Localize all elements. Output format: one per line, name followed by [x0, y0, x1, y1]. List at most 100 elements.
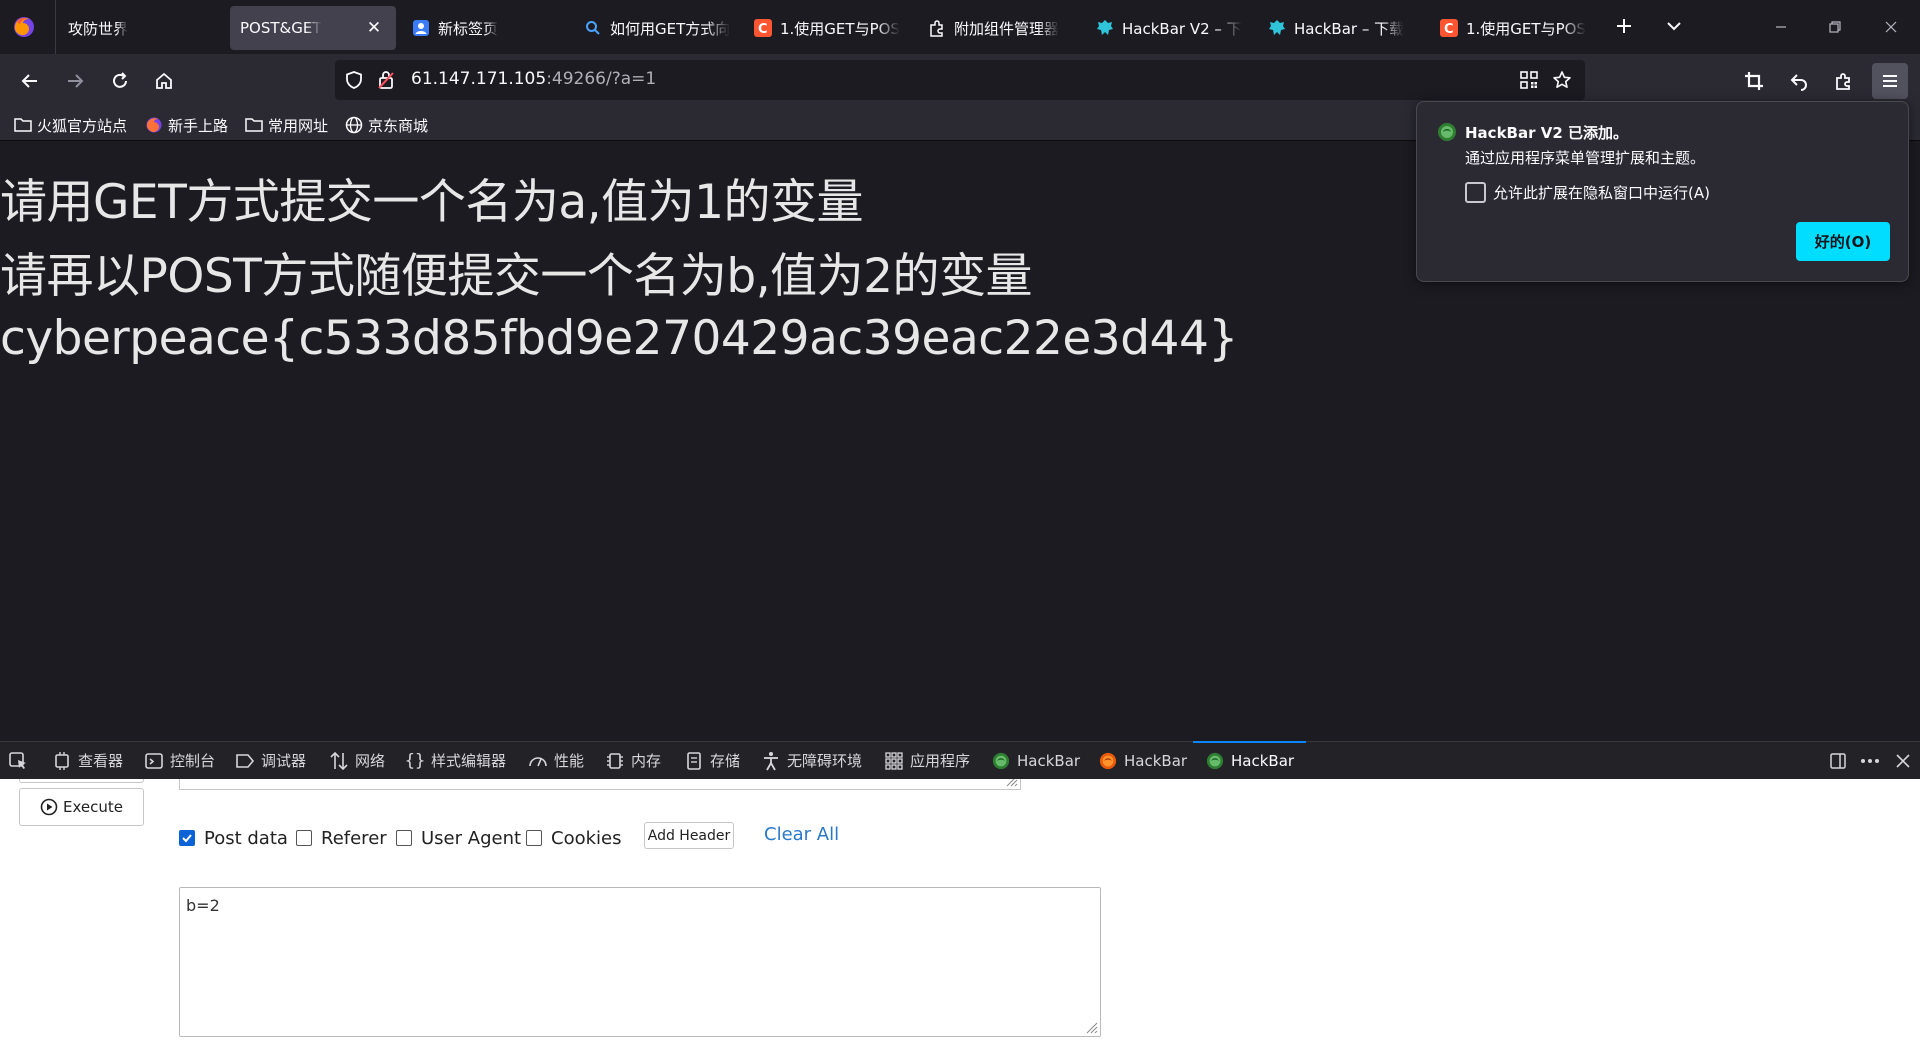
execute-label: Execute [63, 798, 123, 816]
bookmark-star-icon[interactable] [1551, 69, 1573, 91]
folder-icon [14, 116, 32, 134]
screenshot-button[interactable] [1738, 65, 1770, 97]
home-button[interactable] [148, 65, 180, 97]
post-data-checkbox[interactable]: Post data [179, 826, 288, 850]
new-tab-button[interactable] [1610, 12, 1638, 40]
tab-accessibility[interactable]: 无障碍环境 [761, 742, 862, 779]
close-window-button[interactable] [1876, 12, 1906, 42]
checkbox-label: Referer [321, 827, 387, 849]
tab-application[interactable]: 应用程序 [884, 742, 970, 779]
tab-new-tab[interactable]: 新标签页 [412, 6, 562, 50]
extensions-button[interactable] [1828, 65, 1860, 97]
close-devtools-button[interactable] [1891, 749, 1915, 773]
tab-network[interactable]: 网络 [329, 742, 385, 779]
hackbar-panel: Execute Post data Referer User Agent Coo… [0, 779, 1920, 1056]
hackbar-icon [1268, 19, 1286, 37]
globe-icon [345, 116, 363, 134]
tab-style-editor[interactable]: {} 样式编辑器 [405, 742, 506, 779]
addon-installed-popup: HackBar V2 已添加。 通过应用程序菜单管理扩展和主题。 允许此扩展在隐… [1416, 101, 1909, 282]
tab-hackbar-3[interactable]: HackBar [1192, 741, 1307, 779]
folder-icon [245, 116, 263, 134]
insecure-lock-icon[interactable] [375, 69, 397, 91]
forward-button[interactable] [59, 65, 91, 97]
puzzle-icon [928, 19, 946, 37]
dock-toggle-button[interactable] [1826, 749, 1850, 773]
undo-close-button[interactable] [1783, 65, 1815, 97]
tab-hackbar-2[interactable]: HackBar [1098, 742, 1187, 779]
tab-label: 攻防世界 [68, 19, 129, 38]
execute-button[interactable]: Execute [19, 788, 144, 826]
element-picker-button[interactable] [8, 742, 34, 779]
tab-storage[interactable]: 存储 [684, 742, 740, 779]
post-data-value: b=2 [186, 896, 220, 915]
tab-hackbar-1[interactable]: HackBar [991, 742, 1080, 779]
clear-all-link[interactable]: Clear All [764, 824, 839, 845]
bookmark-jd[interactable]: 京东商城 [345, 114, 428, 136]
undo-icon [1790, 74, 1807, 91]
tab-console[interactable]: 控制台 [144, 742, 215, 779]
instruction-get: 请用GET方式提交一个名为a,值为1的变量 [0, 175, 863, 230]
tab-label: 1.使用GET与POS [780, 19, 900, 38]
post-data-textarea[interactable]: b=2 [179, 887, 1101, 1037]
cookies-checkbox[interactable]: Cookies [526, 826, 621, 850]
app-menu-button[interactable] [1872, 63, 1908, 99]
shield-icon[interactable] [343, 69, 365, 91]
bookmark-getting-started[interactable]: 新手上路 [145, 114, 228, 136]
tab-addons[interactable]: 附加组件管理器 [928, 6, 1088, 50]
user-agent-checkbox[interactable]: User Agent [396, 826, 521, 850]
plus-icon [1617, 19, 1631, 33]
devtools-options-button[interactable] [1858, 749, 1882, 773]
tab-label: 调试器 [261, 752, 307, 770]
minimize-button[interactable] [1766, 12, 1796, 42]
referer-checkbox[interactable]: Referer [296, 826, 387, 850]
firefox-menu-icon[interactable] [11, 14, 37, 40]
inspector-icon [52, 751, 72, 771]
popup-description: 通过应用程序菜单管理扩展和主题。 [1465, 149, 1706, 167]
tab-strip: 攻防世界 POST&GET ✕ 新标签页 如何用GET方式向 C 1.使用GET… [0, 0, 1920, 54]
url-textarea[interactable] [179, 779, 1021, 790]
private-window-checkbox[interactable] [1465, 182, 1486, 203]
qr-code-icon[interactable] [1518, 69, 1540, 91]
tab-gongfang[interactable]: 攻防世界 [68, 6, 220, 50]
bookmark-common-sites[interactable]: 常用网址 [245, 114, 328, 136]
tab-post-get[interactable]: POST&GET ✕ [230, 6, 396, 50]
hackbar-orange-icon [1098, 751, 1118, 771]
tab-debugger[interactable]: 调试器 [235, 742, 306, 779]
resize-grip-icon[interactable] [1084, 1020, 1098, 1034]
url-bar[interactable]: 61.147.171.105:49266/?a=1 [335, 60, 1585, 100]
tab-label: HackBar [1124, 751, 1188, 770]
close-icon [1885, 21, 1897, 33]
tab-label: 新标签页 [438, 19, 499, 38]
tab-hackbar-v2[interactable]: HackBar V2 – 下 [1096, 6, 1246, 50]
tab-label: 如何用GET方式向 [610, 19, 730, 38]
close-icon[interactable]: ✕ [364, 18, 384, 38]
tab-hackbar-download[interactable]: HackBar – 下载 [1268, 6, 1416, 50]
add-header-button[interactable]: Add Header [644, 822, 734, 849]
checkbox-unchecked-icon [396, 830, 412, 846]
list-all-tabs-button[interactable] [1660, 12, 1688, 40]
back-button[interactable] [14, 65, 46, 97]
restore-icon [1829, 21, 1841, 33]
tab-csdn-1[interactable]: C 1.使用GET与POS [754, 6, 904, 50]
home-icon [156, 72, 172, 89]
tab-csdn-2[interactable]: C 1.使用GET与POS [1440, 6, 1590, 50]
style-editor-icon: {} [404, 750, 426, 771]
tab-search[interactable]: 如何用GET方式向 [584, 6, 730, 50]
ok-button[interactable]: 好的(O) [1796, 222, 1890, 261]
bookmark-firefox-official[interactable]: 火狐官方站点 [14, 114, 127, 136]
restore-button[interactable] [1820, 12, 1850, 42]
accessibility-icon [761, 751, 781, 771]
url-text[interactable]: 61.147.171.105:49266/?a=1 [411, 69, 656, 89]
arrow-right-icon [68, 74, 84, 88]
tab-inspector[interactable]: 查看器 [52, 742, 123, 779]
tab-performance[interactable]: 性能 [528, 742, 584, 779]
tab-memory[interactable]: 内存 [605, 742, 661, 779]
tab-label: 1.使用GET与POS [1466, 19, 1586, 38]
more-icon [1861, 759, 1879, 763]
reload-button[interactable] [104, 65, 136, 97]
split-url-button[interactable] [19, 779, 144, 783]
navigation-toolbar: 61.147.171.105:49266/?a=1 [0, 54, 1920, 108]
resize-grip-icon[interactable] [1004, 779, 1018, 787]
private-window-checkbox-label[interactable]: 允许此扩展在隐私窗口中运行(A) [1493, 182, 1710, 203]
tab-label: POST&GET [240, 19, 322, 37]
